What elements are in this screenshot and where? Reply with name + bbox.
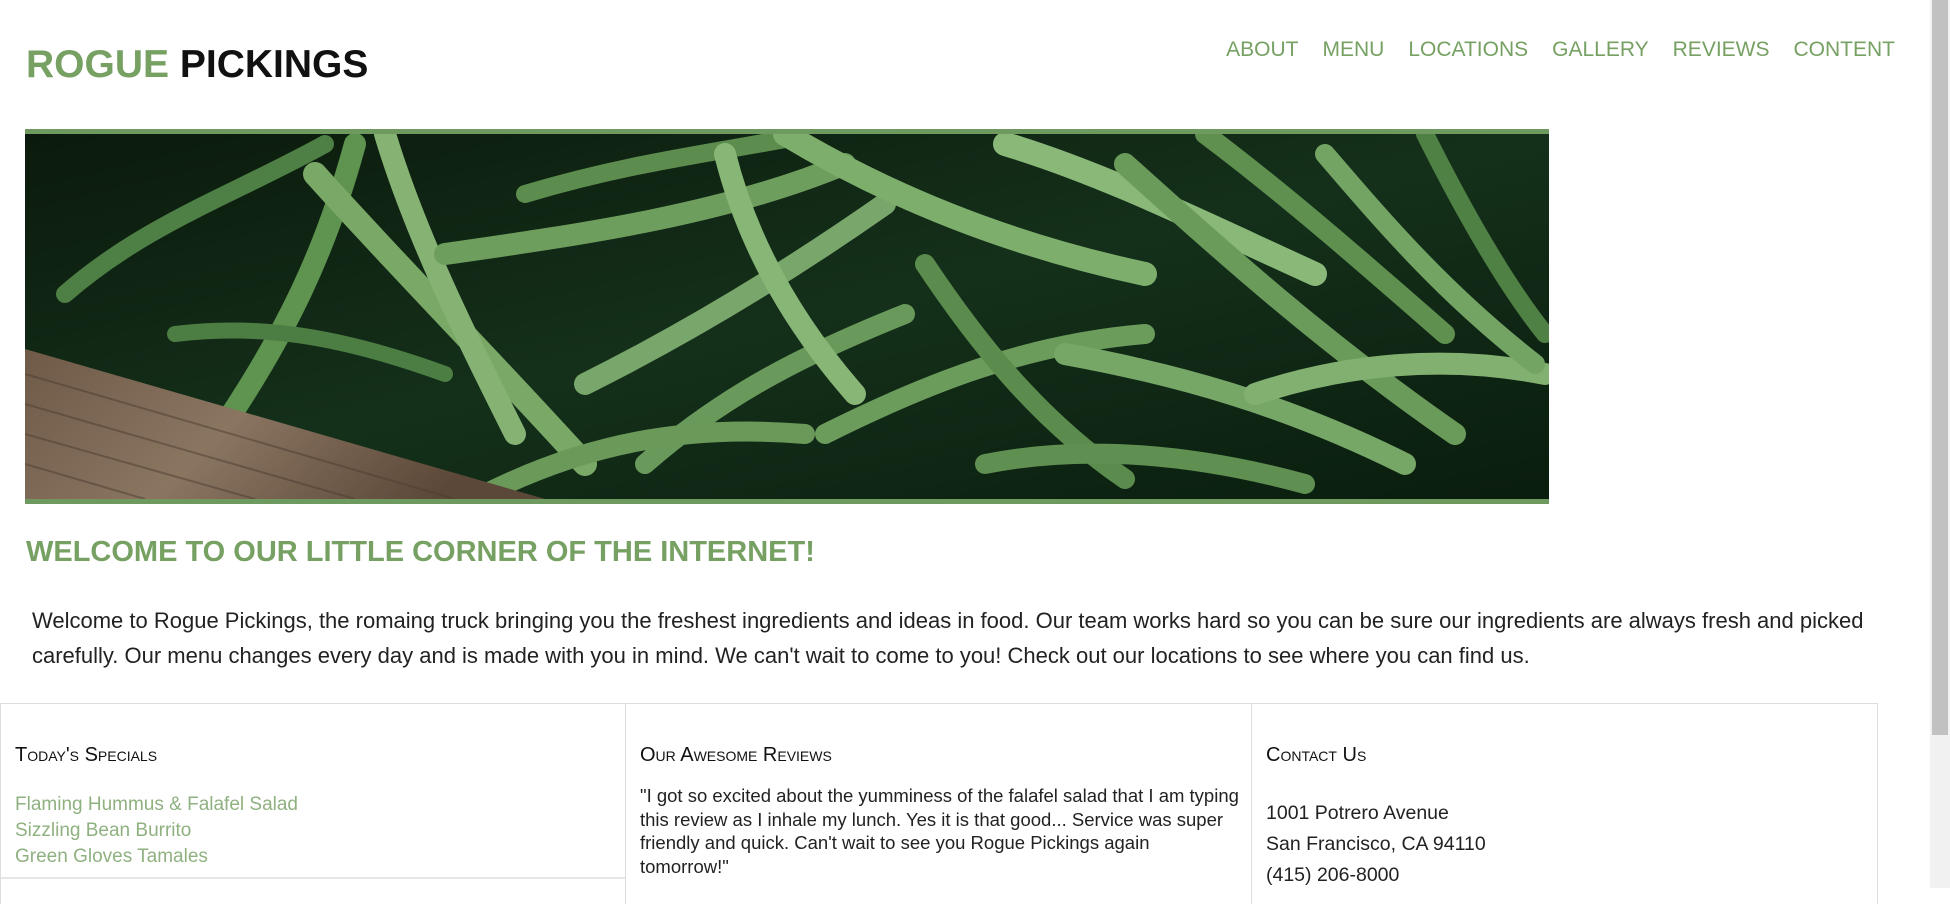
contact-panel: Contact Us 1001 Potrero Avenue San Franc… <box>1252 704 1878 904</box>
vertical-scrollbar[interactable] <box>1930 0 1950 888</box>
special-item[interactable]: Sizzling Bean Burrito <box>15 818 612 844</box>
special-item[interactable]: Flaming Hummus & Falafel Salad <box>15 792 612 818</box>
logo-word-pickings: PICKINGS <box>179 43 369 86</box>
main-nav: ABOUT MENU LOCATIONS GALLERY REVIEWS CON… <box>1214 36 1907 64</box>
welcome-paragraph: Welcome to Rogue Pickings, the romaing t… <box>32 608 1864 668</box>
specials-panel: Today's Specials Flaming Hummus & Falafe… <box>0 704 626 904</box>
address-line-1: 1001 Potrero Avenue <box>1266 802 1449 824</box>
nav-gallery[interactable]: GALLERY <box>1540 36 1661 64</box>
special-item[interactable]: Green Gloves Tamales <box>15 844 612 870</box>
green-beans-photo <box>25 134 1549 499</box>
specials-heading: Today's Specials <box>15 744 158 766</box>
specials-list: Flaming Hummus & Falafel Salad Sizzling … <box>15 792 612 870</box>
hero-image <box>25 129 1549 504</box>
contact-details: 1001 Potrero Avenue San Francisco, CA 94… <box>1266 798 1864 891</box>
site-logo[interactable]: ROGUE PICKINGS <box>26 42 368 88</box>
page: ROGUE PICKINGS ABOUT MENU LOCATIONS GALL… <box>0 0 1930 904</box>
nav-locations[interactable]: LOCATIONS <box>1396 36 1540 64</box>
address-line-2: San Francisco, CA 94110 <box>1266 833 1486 855</box>
contact-heading: Contact Us <box>1266 744 1367 766</box>
info-panels: Today's Specials Flaming Hummus & Falafe… <box>0 703 1878 904</box>
reviews-heading: Our Awesome Reviews <box>640 744 832 766</box>
scrollbar-thumb[interactable] <box>1932 0 1948 735</box>
nav-content[interactable]: CONTENT <box>1782 36 1908 64</box>
nav-menu[interactable]: MENU <box>1311 36 1397 64</box>
nav-reviews[interactable]: REVIEWS <box>1661 36 1782 64</box>
welcome-heading: WELCOME TO OUR LITTLE CORNER OF THE INTE… <box>26 536 815 568</box>
review-quote: "I got so excited about the yumminess of… <box>640 785 1239 877</box>
reviews-panel: Our Awesome Reviews "I got so excited ab… <box>626 704 1252 904</box>
divider <box>1 877 625 879</box>
nav-about[interactable]: ABOUT <box>1214 36 1310 64</box>
logo-word-rogue: ROGUE <box>26 43 170 86</box>
phone-number[interactable]: (415) 206-8000 <box>1266 860 1864 891</box>
